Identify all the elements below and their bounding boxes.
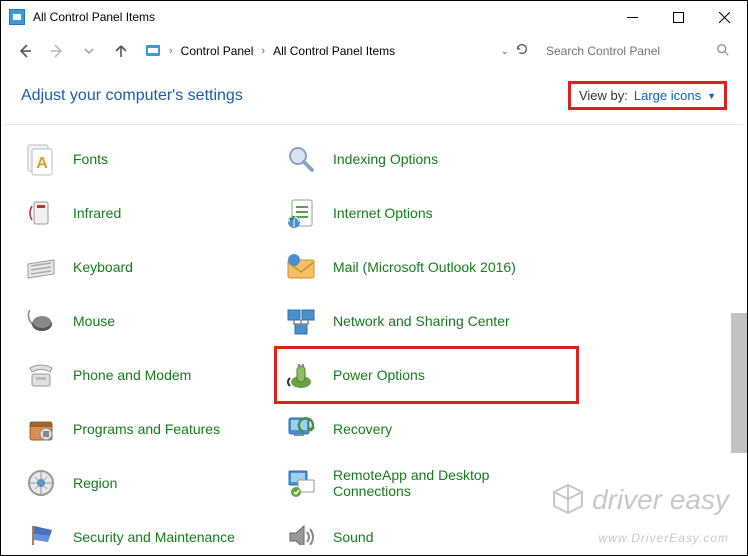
items-grid: AA Fonts Indexing Options Infrared Inter…	[1, 125, 747, 545]
address-dropdown-icon[interactable]: ⌄	[501, 46, 509, 57]
view-by-label: View by:	[579, 88, 628, 103]
item-label: Programs and Features	[73, 421, 220, 437]
item-infrared[interactable]: Infrared	[23, 193, 273, 233]
mouse-icon	[23, 303, 59, 339]
item-label: Mail (Microsoft Outlook 2016)	[333, 259, 516, 275]
programs-icon	[23, 411, 59, 447]
security-icon	[23, 519, 59, 545]
item-sound[interactable]: Sound	[283, 517, 533, 545]
window-title: All Control Panel Items	[33, 10, 609, 24]
item-phone[interactable]: Phone and Modem	[23, 355, 273, 395]
region-icon	[23, 465, 59, 501]
indexing-icon	[283, 141, 319, 177]
internet-icon	[283, 195, 319, 231]
view-by-control[interactable]: View by: Large icons ▼	[568, 81, 727, 110]
maximize-button[interactable]	[655, 1, 701, 33]
item-label: Recovery	[333, 421, 392, 437]
chevron-right-icon[interactable]: ›	[167, 45, 175, 57]
control-panel-icon	[145, 43, 161, 59]
item-label: Mouse	[73, 313, 115, 329]
item-mail[interactable]: Mail (Microsoft Outlook 2016)	[283, 247, 533, 287]
breadcrumb-leaf[interactable]: All Control Panel Items	[273, 44, 395, 58]
item-network[interactable]: Network and Sharing Center	[283, 301, 533, 341]
infrared-icon	[23, 195, 59, 231]
keyboard-icon	[23, 249, 59, 285]
item-mouse[interactable]: Mouse	[23, 301, 273, 341]
view-by-value: Large icons	[634, 88, 701, 103]
recovery-icon	[283, 411, 319, 447]
scrollbar-thumb[interactable]	[731, 313, 747, 453]
nav-bar: › Control Panel › All Control Panel Item…	[1, 33, 747, 69]
item-recovery[interactable]: Recovery	[283, 409, 533, 449]
page-heading: Adjust your computer's settings	[21, 87, 243, 105]
dropdown-icon: ▼	[707, 91, 716, 101]
back-button[interactable]	[11, 37, 39, 65]
item-label: Fonts	[73, 151, 108, 167]
item-label: Indexing Options	[333, 151, 438, 167]
refresh-icon[interactable]	[515, 42, 529, 61]
mail-icon	[283, 249, 319, 285]
item-programs[interactable]: Programs and Features	[23, 409, 273, 449]
item-remoteapp[interactable]: RemoteApp and Desktop Connections	[283, 463, 533, 503]
search-input[interactable]	[544, 43, 716, 59]
address-bar[interactable]: › Control Panel › All Control Panel Item…	[139, 38, 497, 64]
item-label: Security and Maintenance	[73, 529, 235, 545]
control-panel-icon	[9, 9, 25, 25]
item-label: Internet Options	[333, 205, 433, 221]
network-icon	[283, 303, 319, 339]
item-label: Keyboard	[73, 259, 133, 275]
item-keyboard[interactable]: Keyboard	[23, 247, 273, 287]
remoteapp-icon	[283, 465, 319, 501]
recent-dropdown[interactable]	[75, 37, 103, 65]
item-label: Power Options	[333, 367, 425, 383]
phone-icon	[23, 357, 59, 393]
item-label: Sound	[333, 529, 373, 545]
item-label: Network and Sharing Center	[333, 313, 510, 329]
forward-button[interactable]	[43, 37, 71, 65]
item-region[interactable]: Region	[23, 463, 273, 503]
item-indexing[interactable]: Indexing Options	[283, 139, 533, 179]
sound-icon	[283, 519, 319, 545]
item-fonts[interactable]: AA Fonts	[23, 139, 273, 179]
item-label: RemoteApp and Desktop Connections	[333, 467, 533, 499]
svg-text:A: A	[36, 155, 48, 172]
close-button[interactable]	[701, 1, 747, 33]
item-power[interactable]: Power Options	[274, 346, 579, 404]
fonts-icon: AA	[23, 141, 59, 177]
item-label: Region	[73, 475, 117, 491]
chevron-right-icon[interactable]: ›	[259, 45, 267, 57]
search-icon[interactable]	[716, 43, 730, 60]
item-label: Phone and Modem	[73, 367, 191, 383]
minimize-button[interactable]	[609, 1, 655, 33]
item-internet[interactable]: Internet Options	[283, 193, 533, 233]
title-bar: All Control Panel Items	[1, 1, 747, 33]
search-box[interactable]	[537, 38, 737, 64]
item-security[interactable]: Security and Maintenance	[23, 517, 273, 545]
power-icon	[283, 357, 319, 393]
breadcrumb-root[interactable]: Control Panel	[181, 44, 254, 58]
item-label: Infrared	[73, 205, 121, 221]
up-button[interactable]	[107, 37, 135, 65]
